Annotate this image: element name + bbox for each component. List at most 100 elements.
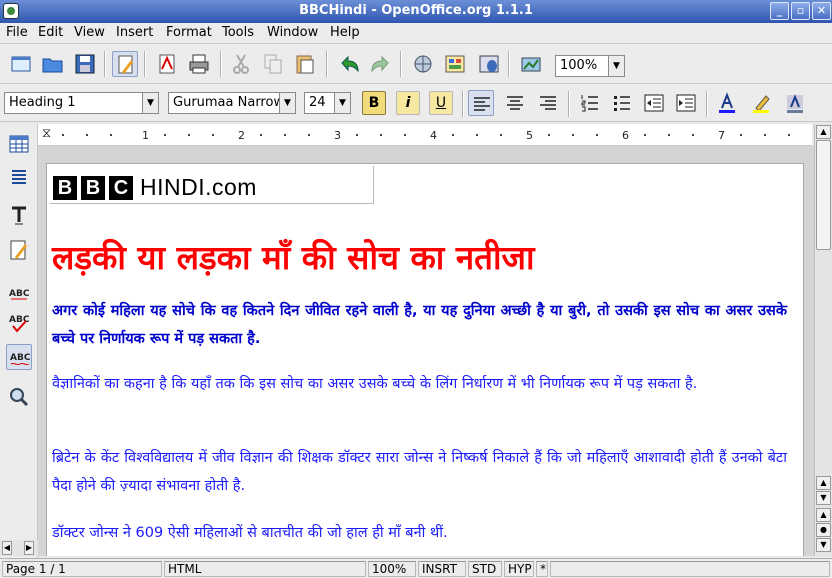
logo-letter: B <box>81 176 105 200</box>
status-info <box>550 561 830 577</box>
export-pdf-icon[interactable] <box>154 51 180 77</box>
align-right-icon[interactable] <box>535 90 561 116</box>
insert-fields-icon[interactable] <box>6 164 32 190</box>
toolbar-separator <box>706 91 708 117</box>
load-url-icon[interactable] <box>8 51 34 77</box>
ruler-mark-3: 3 <box>334 129 341 142</box>
paragraph-style-combo[interactable]: Heading 1 ▼ <box>4 92 159 114</box>
menu-view[interactable]: View <box>74 25 105 40</box>
toolbar-separator <box>144 51 146 77</box>
highlighting-icon[interactable] <box>748 90 774 116</box>
ruler-mark-5: 5 <box>526 129 533 142</box>
zoom-indicator[interactable]: 100% <box>368 561 416 577</box>
menu-help[interactable]: Help <box>330 25 360 40</box>
decrease-indent-icon[interactable] <box>641 90 667 116</box>
menu-edit[interactable]: Edit <box>38 25 63 40</box>
page-style[interactable]: HTML <box>164 561 366 577</box>
chevron-down-icon[interactable]: ▼ <box>142 93 158 113</box>
copy-icon[interactable] <box>260 51 286 77</box>
scroll-down-icon[interactable]: ▼ <box>816 491 831 505</box>
document-area[interactable]: B B C HINDI.com लड़की या लड़का माँ की सो… <box>38 146 814 556</box>
undo-icon[interactable] <box>336 51 362 77</box>
data-sources-icon[interactable] <box>476 51 502 77</box>
numbering-icon[interactable] <box>577 90 603 116</box>
toolbar-separator <box>462 91 464 117</box>
edit-document-icon[interactable] <box>6 237 32 263</box>
show-draw-functions-icon[interactable] <box>518 51 544 77</box>
scrollbar-thumb[interactable] <box>816 140 831 250</box>
scroll-left-icon[interactable]: ◀ <box>2 541 12 555</box>
bold-button[interactable]: B <box>362 91 386 115</box>
maximize-button[interactable]: ▫ <box>791 2 810 20</box>
menu-tools[interactable]: Tools <box>222 25 254 40</box>
autospellcheck-icon[interactable]: ABC <box>6 310 32 336</box>
article-paragraph[interactable]: डॉक्टर जोन्स ने 609 ऐसी महिलाओं से बातची… <box>52 519 787 547</box>
scroll-up-icon[interactable]: ▲ <box>816 476 831 490</box>
font-color-icon[interactable] <box>714 90 740 116</box>
article-paragraph[interactable]: अगर कोई महिला यह सोचे कि वह कितने दिन जी… <box>52 297 787 353</box>
gallery-icon[interactable] <box>442 51 468 77</box>
print-icon[interactable] <box>186 51 212 77</box>
increase-indent-icon[interactable] <box>673 90 699 116</box>
page-indicator[interactable]: Page 1 / 1 <box>2 561 162 577</box>
italic-button[interactable]: i <box>396 91 420 115</box>
font-size-combo[interactable]: 24 ▼ <box>304 92 351 114</box>
article-paragraph[interactable]: ब्रिटेन के केंट विश्वविद्यालय में जीव वि… <box>52 444 787 500</box>
minimize-button[interactable]: _ <box>770 2 789 20</box>
standard-toolbar: 100% ▼ <box>0 44 832 84</box>
next-page-icon[interactable]: ▼ <box>816 538 831 552</box>
menu-window[interactable]: Window <box>267 25 318 40</box>
font-name-value: Gurumaa Narrow <box>173 95 285 110</box>
align-left-icon[interactable] <box>468 90 494 116</box>
zoom-combo[interactable]: 100% ▼ <box>555 55 625 77</box>
article-paragraph[interactable]: वैज्ञानिकों का कहना है कि यहाँ तक कि इस … <box>52 370 787 398</box>
menu-insert[interactable]: Insert <box>116 25 153 40</box>
navigator-icon[interactable] <box>410 51 436 77</box>
toolbar-separator <box>508 51 510 77</box>
open-folder-icon[interactable] <box>40 51 66 77</box>
save-icon[interactable] <box>72 51 98 77</box>
selection-mode[interactable]: STD <box>468 561 502 577</box>
menu-format[interactable]: Format <box>166 25 212 40</box>
ruler-mark-6: 6 <box>622 129 629 142</box>
scroll-up-icon[interactable]: ▲ <box>816 125 831 139</box>
paragraph-style-value: Heading 1 <box>9 95 76 110</box>
menu-file[interactable]: File <box>6 25 28 40</box>
logo-hindi-text: HINDI.com <box>140 174 257 200</box>
logo-letter: C <box>109 176 133 200</box>
font-name-combo[interactable]: Gurumaa Narrow ▼ <box>168 92 296 114</box>
svg-text:ABC: ABC <box>10 353 31 363</box>
insert-text-icon[interactable] <box>6 202 32 228</box>
navigation-icon[interactable]: ● <box>816 523 831 537</box>
spellcheck-icon[interactable]: ABC <box>6 278 32 304</box>
previous-page-icon[interactable]: ▲ <box>816 508 831 522</box>
vertical-scrollbar[interactable]: ▲ ▲ ▼ ▲ ● ▼ <box>814 124 832 556</box>
svg-text:ABC: ABC <box>9 315 30 325</box>
tab-stop-icon[interactable]: ⧖ <box>42 126 51 141</box>
toolbar-separator <box>326 51 328 77</box>
background-color-icon[interactable] <box>782 90 808 116</box>
insert-table-icon[interactable] <box>6 131 32 157</box>
align-center-icon[interactable] <box>502 90 528 116</box>
document-page[interactable]: B B C HINDI.com लड़की या लड़का माँ की सो… <box>46 163 804 556</box>
find-replace-icon[interactable] <box>6 384 32 410</box>
horizontal-ruler[interactable]: ⧖ 1 2 3 4 5 6 7 <box>38 124 812 146</box>
paste-icon[interactable] <box>292 51 318 77</box>
underline-button[interactable]: U <box>429 91 453 115</box>
horizontal-scrollbar[interactable]: ◀ ▶ <box>0 540 38 556</box>
main-toolbar: ABC ABC ABC <box>0 124 38 558</box>
scroll-right-icon[interactable]: ▶ <box>24 541 34 555</box>
cut-icon[interactable] <box>228 51 254 77</box>
insert-mode[interactable]: INSRT <box>418 561 466 577</box>
bullets-icon[interactable] <box>609 90 635 116</box>
redo-icon[interactable] <box>368 51 394 77</box>
hyperlink-mode[interactable]: HYP <box>504 561 534 577</box>
close-button[interactable]: ✕ <box>812 2 831 20</box>
edit-file-icon[interactable] <box>112 51 138 77</box>
ruler-mark-2: 2 <box>238 129 245 142</box>
chevron-down-icon[interactable]: ▼ <box>334 93 350 113</box>
chevron-down-icon[interactable]: ▼ <box>608 56 624 76</box>
chevron-down-icon[interactable]: ▼ <box>279 93 295 113</box>
article-headline[interactable]: लड़की या लड़का माँ की सोच का नतीजा <box>52 234 535 279</box>
text-direction-icon[interactable]: ABC <box>6 344 32 370</box>
